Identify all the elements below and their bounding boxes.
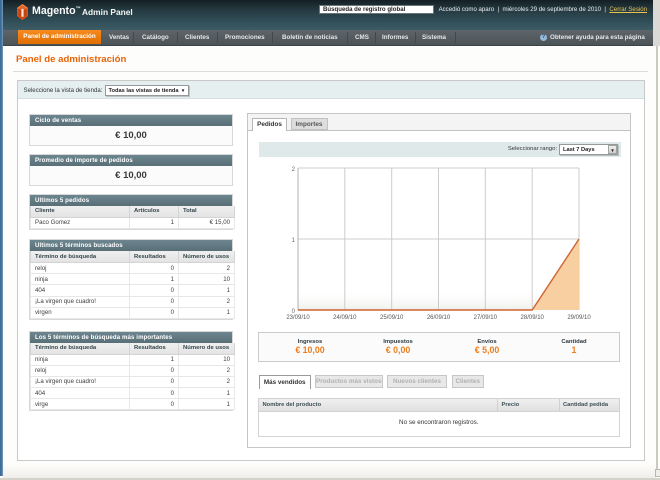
svg-text:2: 2	[291, 167, 295, 173]
svg-text:27/09/10: 27/09/10	[473, 315, 497, 321]
svg-text:1: 1	[291, 238, 295, 244]
svg-text:24/09/10: 24/09/10	[333, 315, 357, 321]
svg-text:23/09/10: 23/09/10	[286, 315, 310, 321]
svg-text:29/09/10: 29/09/10	[567, 315, 591, 321]
svg-text:28/09/10: 28/09/10	[520, 315, 544, 321]
svg-text:26/09/10: 26/09/10	[426, 315, 450, 321]
svg-text:25/09/10: 25/09/10	[380, 315, 404, 321]
